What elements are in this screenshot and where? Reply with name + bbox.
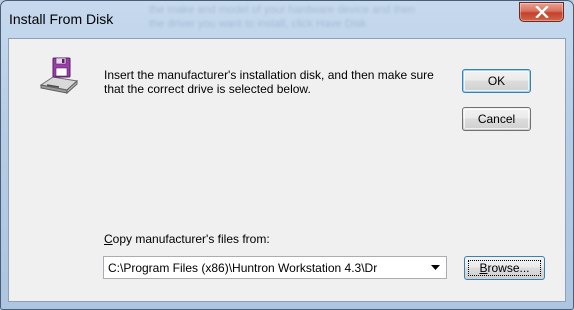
install-from-disk-window: Install From Disk the make and model of … <box>0 0 574 310</box>
browse-label-text: rowse... <box>487 261 530 275</box>
browse-label-accelerator: B <box>479 261 488 275</box>
background-text-line: the driver you want to install, click Ha… <box>149 18 370 30</box>
background-window-text: the make and model of your hardware devi… <box>149 3 469 37</box>
close-icon <box>535 6 549 18</box>
background-text-line: the make and model of your hardware devi… <box>149 4 415 16</box>
cancel-button-label: Cancel <box>477 112 516 126</box>
cancel-button[interactable]: Cancel <box>462 107 531 131</box>
source-path-combobox[interactable]: C:\Program Files (x86)\Huntron Workstati… <box>103 256 447 279</box>
browse-button[interactable]: Browse... <box>464 256 545 280</box>
ok-button-label: OK <box>487 74 506 88</box>
chevron-down-icon[interactable] <box>431 265 440 271</box>
copy-files-from-label: Copy manufacturer's files from: <box>104 232 270 246</box>
close-button[interactable] <box>519 2 564 22</box>
ok-button[interactable]: OK <box>462 69 531 93</box>
copy-label-text: opy manufacturer's files from: <box>112 232 270 246</box>
floppy-disk-drive-icon <box>37 55 79 97</box>
source-path-value: C:\Program Files (x86)\Huntron Workstati… <box>108 261 378 275</box>
window-title: Install From Disk <box>9 11 114 27</box>
copy-label-accelerator: C <box>104 232 113 246</box>
dialog-client-area: Insert the manufacturer's installation d… <box>8 38 566 302</box>
browse-button-label: Browse... <box>465 257 544 279</box>
instruction-message: Insert the manufacturer's installation d… <box>104 68 434 96</box>
title-bar[interactable]: Install From Disk the make and model of … <box>1 1 573 39</box>
